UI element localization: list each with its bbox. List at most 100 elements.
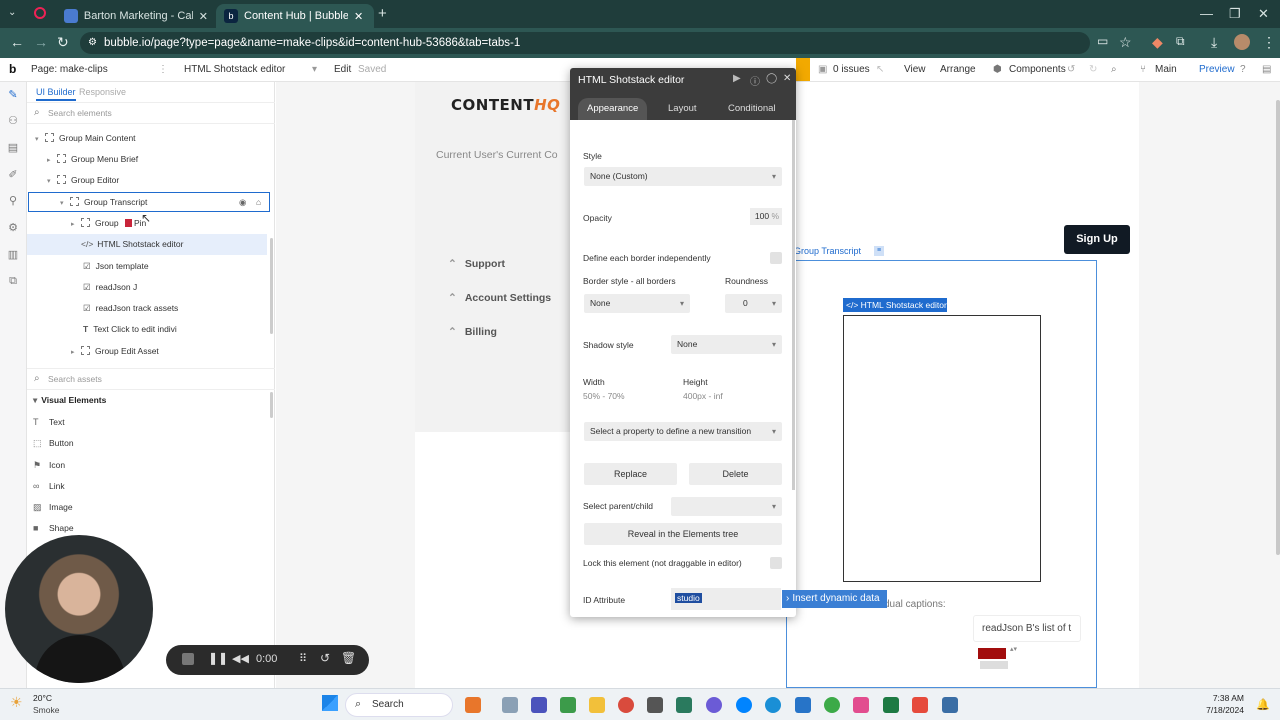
page-selector[interactable]: Page: make-clips xyxy=(31,64,108,75)
close-icon[interactable]: ✕ xyxy=(199,10,208,23)
close-icon[interactable]: ✕ xyxy=(783,73,791,84)
file-explorer-icon[interactable] xyxy=(589,697,605,713)
stepper-icon[interactable]: ▴▾ xyxy=(1010,645,1017,653)
help-icon[interactable]: ? xyxy=(1240,64,1246,75)
info-icon[interactable]: ⓘ xyxy=(750,73,760,88)
weather-temp[interactable]: 20°C xyxy=(33,693,52,703)
task-view-icon[interactable] xyxy=(502,697,518,713)
page-dropdown-icon[interactable]: ⋮ xyxy=(158,64,168,75)
branch-selector[interactable]: Main xyxy=(1155,64,1177,75)
stop-icon[interactable] xyxy=(182,653,194,665)
insert-dynamic-data-button[interactable]: › Insert dynamic data xyxy=(782,590,887,608)
drag-handle-icon[interactable]: ⠿ xyxy=(299,652,307,665)
excel-icon[interactable] xyxy=(883,697,899,713)
transition-dropdown[interactable]: Select a property to define a new transi… xyxy=(584,422,782,441)
readjson-text[interactable]: readJson B's list of t xyxy=(973,615,1081,642)
clock-time[interactable]: 7:38 AM xyxy=(1208,693,1244,703)
opacity-input[interactable]: 100 % xyxy=(750,208,782,225)
comment-icon[interactable]: ◯ xyxy=(766,73,777,84)
tab-appearance[interactable]: Appearance xyxy=(578,98,648,120)
tab-list-icon[interactable]: ⌄ xyxy=(8,7,16,18)
caret-right-icon[interactable]: ▸ xyxy=(71,214,81,235)
settings-menu-icon[interactable]: ▤ xyxy=(1262,64,1271,75)
close-icon[interactable]: ✕ xyxy=(354,10,363,23)
new-tab-icon[interactable]: + xyxy=(378,5,387,22)
asset-icon[interactable]: ⚑ Icon xyxy=(33,455,65,475)
tree-item-text[interactable]: T Text Click to edit indivi xyxy=(27,319,267,340)
color-swatch[interactable] xyxy=(978,648,1006,659)
profile-avatar[interactable] xyxy=(1234,34,1250,50)
tab-calendar[interactable]: Barton Marketing - Calendar - ✕ xyxy=(56,4,216,28)
teams-icon[interactable] xyxy=(531,697,547,713)
plugins-icon[interactable]: ⚲ xyxy=(7,195,19,207)
settings-gear-icon[interactable]: ⚙ xyxy=(7,222,19,234)
site-info-icon[interactable]: ⚙ xyxy=(88,32,97,54)
caret-down-icon[interactable]: ▾ xyxy=(47,171,57,192)
parent-child-dropdown[interactable] xyxy=(671,497,782,516)
sign-up-button[interactable]: Sign Up xyxy=(1064,225,1130,254)
data-icon[interactable]: ▤ xyxy=(7,142,19,154)
edge-icon[interactable] xyxy=(765,697,781,713)
roundness-dropdown[interactable]: 0 xyxy=(725,294,782,313)
assets-scrollbar[interactable] xyxy=(270,392,273,418)
group-badge-icon[interactable]: ≡ xyxy=(874,246,884,256)
menu-account-settings[interactable]: ⌃ Account Settings xyxy=(448,292,551,304)
design-tool-icon[interactable]: ✎ xyxy=(7,89,19,101)
components-menu[interactable]: Components xyxy=(1009,64,1066,75)
logs-icon[interactable]: ▥ xyxy=(7,249,19,261)
asset-text[interactable]: T Text xyxy=(33,412,65,432)
screen-cast-icon[interactable]: ▭ xyxy=(1097,34,1108,48)
messenger-icon[interactable] xyxy=(736,697,752,713)
redo-icon[interactable]: ↻ xyxy=(1089,64,1097,75)
shadow-dropdown[interactable]: None xyxy=(671,335,782,354)
vscode-icon[interactable] xyxy=(795,697,811,713)
delete-button[interactable]: Delete xyxy=(689,463,782,485)
components-icon[interactable]: ⬢ xyxy=(993,64,1002,75)
tree-item-group-main-content[interactable]: ▾ Group Main Content xyxy=(27,128,267,149)
preview-button[interactable]: Preview xyxy=(1199,64,1235,75)
tree-item-group-edit-asset[interactable]: ▸ Group Edit Asset xyxy=(27,341,267,362)
canvas-scrollbar[interactable] xyxy=(1276,100,1280,555)
more-menu-icon[interactable]: ⋮ xyxy=(1262,34,1276,51)
record-icon[interactable] xyxy=(34,7,46,19)
slider-bar[interactable] xyxy=(980,661,1008,669)
tree-item-group-pin[interactable]: ▸ Group Pin xyxy=(27,213,267,234)
taskbar-search[interactable]: ⌕ Search xyxy=(345,693,453,717)
version-icon[interactable]: ⧉ xyxy=(7,275,19,287)
issues-count[interactable]: 0 issues xyxy=(833,64,870,75)
element-dropdown-icon[interactable]: ▾ xyxy=(312,64,317,75)
styles-brush-icon[interactable]: ✐ xyxy=(7,169,19,181)
app-icon[interactable] xyxy=(912,697,928,713)
tab-ui-builder[interactable]: UI Builder xyxy=(36,87,76,101)
download-icon[interactable]: ⤓ xyxy=(1211,34,1217,51)
tab-layout[interactable]: Layout xyxy=(659,98,706,120)
asset-image[interactable]: ▨ Image xyxy=(33,497,73,517)
property-editor-header[interactable]: HTML Shotstack editor ▶ ⓘ ◯ ✕ Appearance… xyxy=(570,68,796,120)
extension-icon[interactable]: ◆ xyxy=(1152,34,1163,51)
captions-text[interactable]: dual captions: xyxy=(884,599,946,610)
arrange-menu[interactable]: Arrange xyxy=(940,64,976,75)
menu-support[interactable]: ⌃ Support xyxy=(448,258,505,270)
current-user-text[interactable]: Current User's Current Co xyxy=(436,149,558,161)
tree-item-group-editor[interactable]: ▾ Group Editor xyxy=(27,170,267,191)
back-icon[interactable]: ← xyxy=(10,34,24,50)
workflow-icon[interactable]: ⚇ xyxy=(7,115,19,127)
tree-item-json-template[interactable]: ☑ Json template xyxy=(27,256,267,277)
border-independent-checkbox[interactable] xyxy=(770,252,782,264)
view-menu[interactable]: View xyxy=(904,64,926,75)
replace-button[interactable]: Replace xyxy=(584,463,677,485)
visual-elements-header[interactable]: ▾ Visual Elements xyxy=(33,395,106,406)
app-icon[interactable] xyxy=(942,697,958,713)
sidebar-group[interactable] xyxy=(415,82,570,432)
bookmark-star-icon[interactable]: ☆ xyxy=(1119,34,1132,51)
caret-down-icon[interactable]: ▾ xyxy=(35,129,45,150)
weather-desc[interactable]: Smoke xyxy=(33,705,59,715)
windows-start-icon[interactable] xyxy=(322,695,338,711)
search-icon[interactable]: ⌕ xyxy=(1111,64,1117,75)
search-elements-input[interactable]: Search elements xyxy=(48,108,112,118)
url-field[interactable]: ⚙ bubble.io/page?type=page&name=make-cli… xyxy=(80,32,1090,54)
popup-scrollbar[interactable] xyxy=(792,120,795,490)
tab-responsive[interactable]: Responsive xyxy=(79,87,126,97)
edit-menu[interactable]: Edit xyxy=(334,64,351,75)
bubble-logo[interactable]: b xyxy=(9,62,16,76)
